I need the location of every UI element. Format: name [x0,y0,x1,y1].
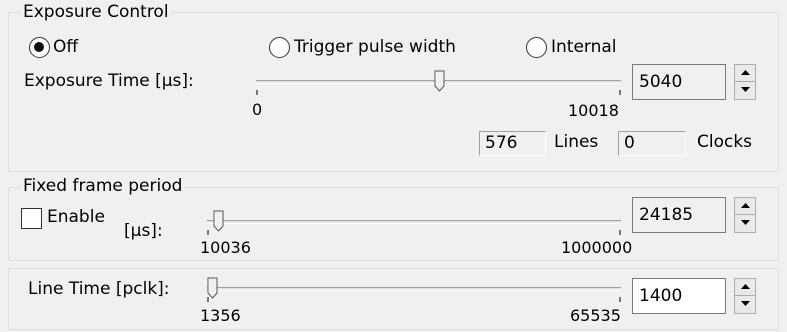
radio-trigger-pulse-width[interactable] [269,37,290,58]
line-time-min-label: 1356 [200,306,241,325]
frame-period-decrement-button[interactable] [735,215,755,231]
frame-period-unit-label: [µs]: [124,221,163,241]
clocks-label: Clocks [697,132,753,152]
frame-period-spin-buttons[interactable] [734,197,756,233]
triangle-down-icon [740,301,750,306]
triangle-up-icon [740,70,750,75]
exposure-control-title: Exposure Control [21,2,171,22]
line-time-label: Line Time [pclk]: [28,279,170,299]
line-time-max-label: 65535 [570,306,621,325]
exposure-time-min-label: 0 [252,100,263,119]
line-time-tick-marks [207,297,621,302]
radio-off-label: Off [53,37,79,57]
frame-period-min-label: 10036 [200,238,251,257]
line-time-spin-buttons[interactable] [734,278,756,314]
exposure-time-input[interactable] [633,65,719,99]
frame-period-tick-marks [207,230,621,235]
exposure-time-decrement-button[interactable] [735,82,755,98]
radio-internal-label: Internal [551,37,617,57]
exposure-time-tick-marks [256,90,621,95]
fixed-frame-period-title: Fixed frame period [21,176,185,196]
triangle-up-icon [740,203,750,208]
radio-trigger-pulse-width-label: Trigger pulse width [294,37,456,57]
exposure-time-max-label: 10018 [568,101,619,120]
frame-period-slider-thumb[interactable] [213,210,224,232]
line-time-input[interactable] [633,279,719,313]
clocks-value-field: 0 [618,131,686,156]
frame-period-slider-track[interactable] [207,220,621,224]
frame-period-spinbox[interactable] [632,197,726,233]
line-time-slider-track[interactable] [207,287,621,291]
exposure-time-label: Exposure Time [µs]: [24,71,194,91]
line-time-increment-button[interactable] [735,279,755,296]
frame-period-increment-button[interactable] [735,198,755,215]
lines-value-field: 576 [479,131,546,156]
exposure-time-spin-buttons[interactable] [734,64,756,100]
frame-period-input[interactable] [633,198,719,232]
lines-label: Lines [554,132,599,152]
radio-off[interactable] [29,37,50,58]
radio-internal[interactable] [526,37,547,58]
frame-period-max-label: 1000000 [561,238,633,257]
enable-label: Enable [47,207,105,227]
radio-selected-dot [34,42,44,52]
line-time-slider-thumb[interactable] [207,277,218,299]
triangle-down-icon [740,87,750,92]
triangle-up-icon [740,284,750,289]
line-time-decrement-button[interactable] [735,296,755,312]
line-time-spinbox[interactable] [632,278,726,314]
exposure-time-increment-button[interactable] [735,65,755,82]
triangle-down-icon [740,220,750,225]
enable-checkbox[interactable] [21,208,42,229]
exposure-time-slider-thumb[interactable] [434,70,445,92]
exposure-time-spinbox[interactable] [632,64,726,100]
